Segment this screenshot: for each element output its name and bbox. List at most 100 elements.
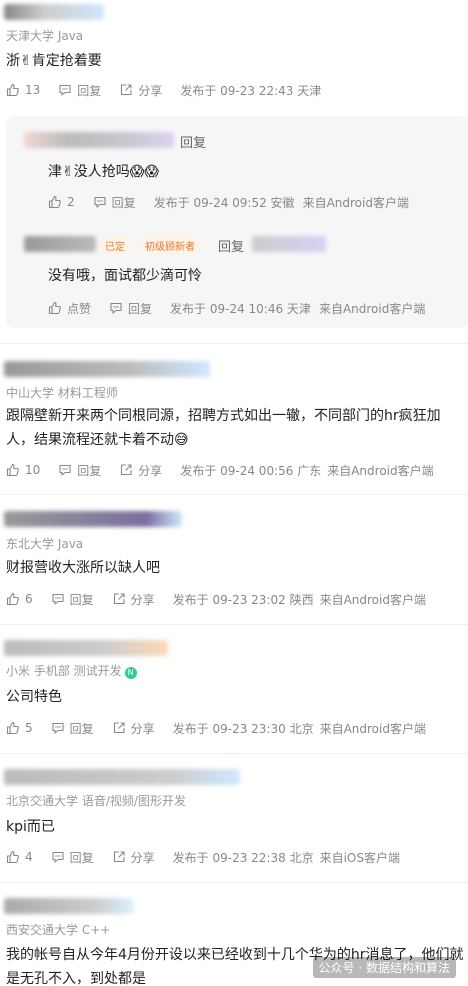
reply-button[interactable]: 回复 [58, 82, 101, 99]
comment-text: 跟隔壁新开来两个同根同源，招聘方式如出一辙，不同部门的hr疯狂加人，结果流程还就… [6, 408, 441, 448]
comment-text: 财报营收大涨所以缺人吧 [6, 560, 160, 576]
comment-text: kpi而已 [6, 819, 55, 835]
like-button[interactable]: 10 [6, 463, 40, 477]
client-source: 来自Android客户端 [302, 195, 409, 210]
share-label: 分享 [138, 463, 163, 478]
timestamp: 发布于 09-23 22:38 北京 [172, 850, 314, 865]
divider [0, 624, 468, 625]
share-button[interactable]: 分享 [119, 82, 162, 99]
reply-label: 回复 [69, 850, 94, 865]
chat-bubble-icon [109, 301, 123, 315]
comment-text: 浙✌肯定抢着要 [6, 53, 102, 69]
username-blurred[interactable] [4, 511, 182, 527]
school-label: 东北大学 Java [6, 537, 84, 551]
chat-bubble-icon [51, 850, 65, 864]
thumb-up-icon [48, 301, 62, 315]
reply-button[interactable]: 回复 [58, 462, 101, 479]
school-label: 北京交通大学 语音/视频/图形开发 [6, 794, 186, 808]
chat-bubble-icon [51, 721, 65, 735]
reply-target-label: 回复 [180, 136, 207, 151]
divider [0, 882, 468, 883]
status-badge: 已定 [100, 237, 130, 254]
thumb-up-icon [6, 721, 20, 735]
timestamp: 发布于 09-23 23:02 陕西 [172, 592, 314, 607]
username-blurred[interactable] [4, 898, 134, 914]
reply-thread: 回复 津✌没人抢吗😱😱 2 回复 发布于 09-24 09:52 安徽 来自An… [6, 116, 468, 328]
chat-bubble-icon [93, 195, 107, 209]
like-count: 4 [25, 850, 33, 864]
client-source: 来自Android客户端 [318, 301, 426, 316]
like-count: 10 [25, 463, 41, 477]
company-label: 小米 手机部 测试开发 N [6, 662, 137, 679]
share-icon [119, 83, 133, 97]
like-button[interactable]: 2 [48, 195, 75, 209]
client-source: 来自iOS客户端 [319, 850, 400, 865]
thumb-up-icon [6, 463, 20, 477]
client-source: 来自Android客户端 [319, 721, 426, 736]
username-blurred[interactable] [4, 4, 104, 20]
like-count: 6 [25, 592, 33, 606]
thumb-up-icon [6, 83, 20, 97]
watermark: 公众号 · 数据结构和算法 [312, 957, 456, 978]
share-label: 分享 [138, 83, 163, 98]
username-blurred[interactable] [24, 236, 96, 252]
share-icon [112, 850, 126, 864]
client-source: 来自Android客户端 [319, 592, 426, 607]
like-button[interactable]: 5 [6, 721, 33, 735]
username-blurred[interactable] [4, 361, 210, 377]
reply-text: 津✌没人抢吗😱😱 [48, 164, 159, 180]
reply-text: 没有哦，面试都少滴可怜 [48, 268, 202, 284]
share-icon [112, 721, 126, 735]
reply-label: 回复 [77, 83, 102, 98]
school-label: 西安交通大学 C++ [6, 923, 111, 937]
share-icon [112, 592, 126, 606]
timestamp: 发布于 09-24 00:56 广东 [180, 463, 322, 478]
like-count: 5 [25, 721, 33, 735]
timestamp: 发布于 09-24 10:46 天津 [170, 301, 311, 316]
thumb-up-icon [48, 195, 62, 209]
username-blurred[interactable] [252, 236, 326, 252]
divider [0, 753, 468, 754]
share-button[interactable]: 分享 [119, 462, 162, 479]
username-blurred[interactable] [4, 640, 168, 656]
school-label: 中山大学 材料工程师 [6, 386, 118, 400]
thumb-up-icon [6, 592, 20, 606]
share-label: 分享 [130, 850, 155, 865]
reply-button[interactable]: 回复 [51, 849, 94, 866]
like-button[interactable]: 6 [6, 592, 33, 606]
divider [0, 343, 468, 344]
reply-button[interactable]: 回复 [93, 194, 136, 211]
reply-label: 回复 [69, 721, 94, 736]
reply-button[interactable]: 回复 [109, 300, 152, 317]
like-button[interactable]: 点赞 [48, 300, 91, 317]
share-button[interactable]: 分享 [112, 591, 155, 608]
client-source: 来自Android客户端 [327, 463, 434, 478]
timestamp: 发布于 09-24 09:52 安徽 [153, 195, 295, 210]
reply-label: 回复 [77, 463, 102, 478]
share-button[interactable]: 分享 [112, 849, 155, 866]
username-blurred[interactable] [4, 769, 240, 785]
like-label: 点赞 [67, 301, 92, 316]
timestamp: 发布于 09-23 22:43 天津 [180, 83, 322, 98]
timestamp: 发布于 09-23 23:30 北京 [172, 721, 314, 736]
thumb-up-icon [6, 850, 20, 864]
reply-button[interactable]: 回复 [51, 720, 94, 737]
reply-label: 回复 [69, 592, 94, 607]
share-label: 分享 [130, 721, 155, 736]
like-button[interactable]: 13 [6, 83, 40, 97]
like-count: 2 [67, 195, 75, 209]
share-label: 分享 [130, 592, 155, 607]
username-blurred[interactable] [24, 132, 174, 148]
reply-target-label: 回复 [218, 240, 245, 255]
school-label: 天津大学 Java [6, 29, 84, 43]
level-badge: 初级顾新者 [140, 237, 200, 254]
chat-bubble-icon [58, 463, 72, 477]
like-button[interactable]: 4 [6, 850, 33, 864]
reply-button[interactable]: 回复 [51, 591, 94, 608]
divider [0, 494, 468, 495]
comment-text: 公司特色 [6, 689, 62, 705]
share-button[interactable]: 分享 [112, 720, 155, 737]
reply-label: 回复 [111, 195, 136, 210]
share-icon [119, 463, 133, 477]
chat-bubble-icon [58, 83, 72, 97]
